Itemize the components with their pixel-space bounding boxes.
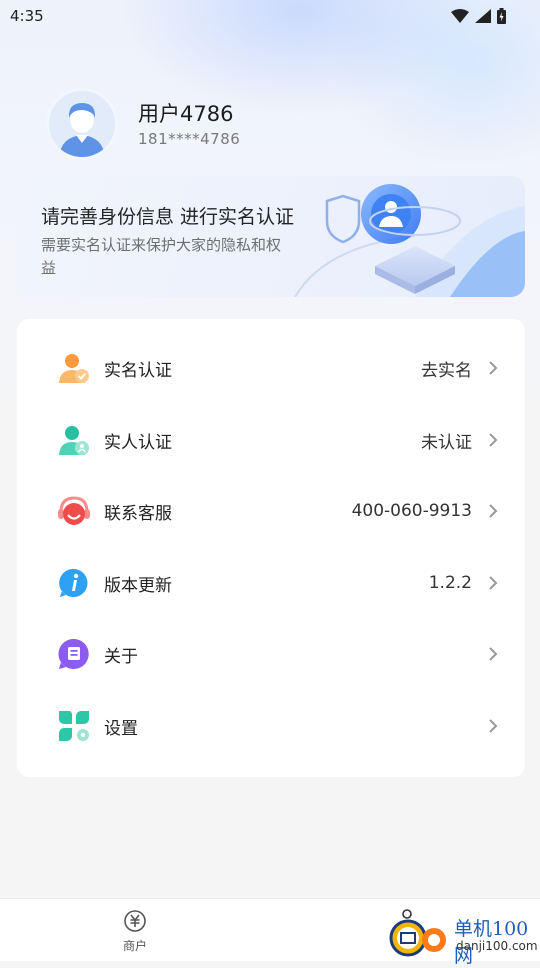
menu-item-about[interactable]: 关于 [17,624,525,684]
menu-label: 联系客服 [104,503,172,524]
chevron-right-icon [489,361,498,375]
headset-icon [58,496,90,525]
banner-title: 请完善身份信息 进行实名认证 [41,206,295,228]
info-icon [59,568,88,597]
watermark: 单机100网 danji100.com [386,908,540,967]
menu-item-settings[interactable]: 设置 [17,696,525,756]
user-verify-icon [59,354,89,383]
verify-banner[interactable]: 请完善身份信息 进行实名认证 需要实名认证来保护大家的隐私和权益 [17,176,525,297]
wifi-icon [451,9,469,23]
chevron-right-icon [489,719,498,733]
id-shield-illustration-icon [294,184,525,297]
user-name: 用户4786 [138,102,234,126]
menu-label: 版本更新 [104,575,172,596]
user-phone: 181****4786 [138,130,241,148]
watermark-domain: danji100.com [456,939,538,953]
chevron-right-icon [489,504,498,518]
menu-value: 1.2.2 [428,573,472,593]
menu-item-real-name[interactable]: 实名认证 去实名 [17,338,525,398]
about-icon [58,638,89,669]
status-icons [451,8,506,24]
battery-icon [497,8,506,24]
menu-label: 关于 [104,646,138,667]
face-verify-icon [59,426,89,455]
menu-value: 去实名 [421,360,472,381]
signal-icon [475,9,491,23]
avatar[interactable] [46,88,118,160]
menu-label: 实人认证 [104,432,172,453]
menu-item-customer-service[interactable]: 联系客服 400-060-9913 [17,481,525,541]
banner-description: 需要实名认证来保护大家的隐私和权益 [41,236,282,277]
menu-label: 设置 [104,718,138,739]
menu-item-face-verify[interactable]: 实人认证 未认证 [17,410,525,470]
avatar-person-icon [59,103,105,157]
tab-merchant[interactable]: 商户 [114,909,156,954]
watermark-logo-icon [389,919,446,957]
menu-value: 未认证 [421,432,472,453]
chevron-right-icon [489,576,498,590]
chevron-right-icon [489,433,498,447]
merchant-icon [124,910,146,932]
tab-merchant-label: 商户 [122,939,147,953]
settings-icon [59,711,89,741]
menu-label: 实名认证 [104,360,172,381]
menu-card: 实名认证 去实名 实人认证 未认证 联系客服 400-060-9913 版本更新… [17,319,525,777]
menu-item-version-update[interactable]: 版本更新 1.2.2 [17,553,525,613]
menu-value: 400-060-9913 [351,501,472,521]
chevron-right-icon [489,647,498,661]
status-time: 4:35 [10,7,44,25]
status-bar: 4:35 [0,0,540,32]
profile-header[interactable]: 用户4786 181****4786 [46,88,240,160]
